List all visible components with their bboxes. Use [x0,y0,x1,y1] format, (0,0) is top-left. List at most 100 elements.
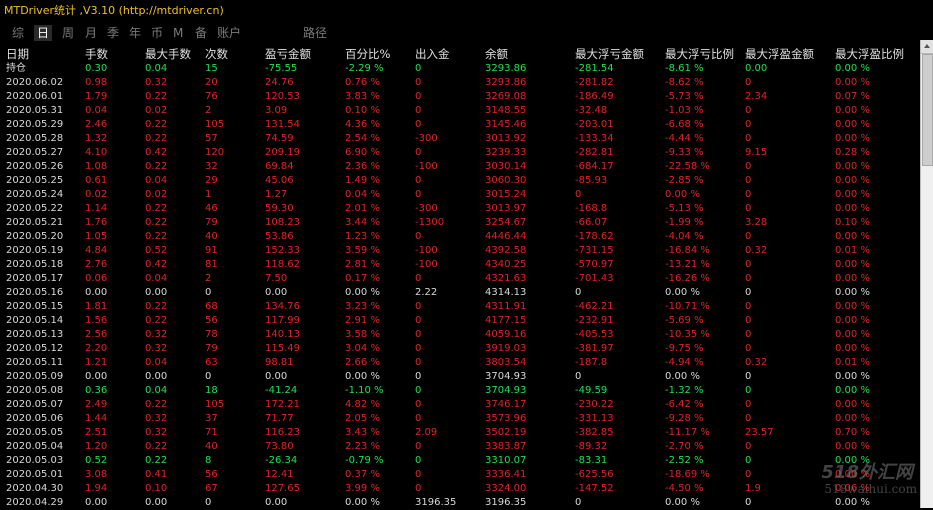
cell-col10: 9.15 [745,147,768,158]
table-row[interactable]: 2020.05.19 4.84 0.52 91 152.33 3.59 % -100 4392… [0,244,920,258]
cell-col8: 0 [575,287,582,298]
cell-col6: 0 [415,91,422,102]
cell-col5: 2.36 % [345,161,380,172]
cell-col4: 116.23 [265,427,300,438]
cell-col4: 127.65 [265,483,300,494]
cell-col6: 0 [415,357,422,368]
table-row[interactable]: 2020.05.16 0.00 0.00 0 0.00 0.00 % 2.22 4314.13… [0,286,920,300]
table-row[interactable]: 2020.05.17 0.06 0.04 2 7.50 0.17 % 0 4321.63 -70… [0,272,920,286]
cell-col5: 0.37 % [345,469,380,480]
table-row[interactable]: 2020.05.18 2.76 0.42 81 118.62 2.81 % -100 4340… [0,258,920,272]
header-max-float-loss-ratio: 最大浮亏比例 [665,47,734,61]
cell-col6: 0 [415,329,422,340]
tab-year[interactable]: 年 [129,25,141,41]
table-row[interactable]: 2020.05.12 2.20 0.32 79 115.49 3.04 % 0 3919.03… [0,342,920,356]
cell-col3: 76 [205,91,218,102]
table-row[interactable]: 2020.05.24 0.02 0.02 1 1.27 0.04 % 0 3015.24 0 0.… [0,188,920,202]
tab-currency[interactable]: 币 [151,25,163,41]
cell-col6: 0 [415,385,422,396]
cell-col10: 1.9 [745,483,761,494]
table-row[interactable]: 2020.05.29 2.46 0.22 105 131.54 4.36 % 0 3145.4… [0,118,920,132]
cell-col8: 0 [575,371,582,382]
cell-col6: -100 [415,161,438,172]
cell-col11: 0.00 % [835,441,870,452]
cell-col0: 2020.05.25 [6,175,64,186]
table-row[interactable]: 2020.05.11 1.21 0.04 63 98.81 2.66 % 0 3803.54 -… [0,356,920,370]
table-row[interactable]: 2020.04.30 1.94 0.10 67 127.65 3.99 % 0 3324.00… [0,482,920,496]
cell-col10: 0 [745,175,752,186]
table-row[interactable]: 2020.06.02 0.98 0.32 20 24.76 0.76 % 0 3293.86 -… [0,76,920,90]
cell-col6: 0 [415,343,422,354]
cell-col3: 67 [205,483,218,494]
cell-col11: 0.00 % [835,119,870,130]
scroll-thumb[interactable] [922,54,933,166]
table-row[interactable]: 2020.05.21 1.76 0.22 79 108.23 3.44 % -1300 325… [0,216,920,230]
tab-day[interactable]: 日 [34,25,53,41]
cell-col5: 2.91 % [345,315,380,326]
cell-col9: -10.71 % [665,301,710,312]
cell-col3: 0 [205,287,212,298]
tab-week[interactable]: 周 [62,25,74,41]
table-row[interactable]: 2020.05.25 0.61 0.04 29 45.06 1.49 % 0 3060.30 -… [0,174,920,188]
table-row[interactable]: 2020.05.13 2.56 0.32 78 140.13 3.58 % 0 4059.16… [0,328,920,342]
cell-col6: -100 [415,259,438,270]
table-row[interactable]: 2020.05.05 2.51 0.32 71 116.23 3.43 % 2.09 3502… [0,426,920,440]
tab-summary[interactable]: 综 [12,25,24,41]
table-row[interactable]: 2020.05.04 1.20 0.22 40 73.80 2.23 % 0 3383.87 -… [0,440,920,454]
tab-path[interactable]: 路径 [303,25,327,41]
cell-col2: 0.32 [145,413,168,424]
cell-col10: 0 [745,329,752,340]
cell-col9: -6.68 % [665,119,704,130]
table-row[interactable]: 2020.05.31 0.04 0.02 2 3.09 0.10 % 0 3148.55 -32… [0,104,920,118]
cell-col11: 0.00 % [835,105,870,116]
table-row[interactable]: 2020.05.15 1.81 0.22 68 134.76 3.23 % 0 4311.91… [0,300,920,314]
table-row[interactable]: 2020.05.20 1.05 0.22 40 53.86 1.23 % 0 4446.44 -… [0,230,920,244]
cell-col11: 0.00 % [835,63,870,74]
cell-col10: 23.57 [745,427,774,438]
vertical-scrollbar[interactable] [920,40,933,508]
cell-col9: -9.28 % [665,413,704,424]
cell-col0: 2020.05.11 [6,357,64,368]
cell-col7: 3269.08 [485,91,527,102]
cell-col5: 0.00 % [345,371,380,382]
cell-col2: 0.42 [145,259,168,270]
cell-col7: 3383.87 [485,441,527,452]
scroll-up-arrow-icon[interactable] [921,40,933,54]
cell-col1: 2.20 [85,343,108,354]
table-row[interactable]: 2020.05.06 1.44 0.32 37 71.77 2.05 % 0 3573.96 -… [0,412,920,426]
cell-col1: 0.02 [85,189,108,200]
table-row[interactable]: 2020.05.03 0.52 0.22 8 -26.34 -0.79 % 0 3310.07… [0,454,920,468]
cell-col5: 0.76 % [345,77,380,88]
cell-col11: 0.00 % [835,175,870,186]
table-row[interactable]: 2020.05.14 1.56 0.22 56 117.99 2.91 % 0 4177.15… [0,314,920,328]
cell-col6: 0 [415,441,422,452]
table-row[interactable]: 2020.05.27 4.10 0.42 120 209.19 6.90 % 0 3239.3… [0,146,920,160]
tab-account[interactable]: 账户 [217,25,241,41]
table-row[interactable]: 2020.05.09 0.00 0.00 0 0.00 0.00 % 0 3704.93 0 0.… [0,370,920,384]
table-row[interactable]: 2020.06.01 1.79 0.22 76 120.53 3.83 % 0 3269.08… [0,90,920,104]
cell-col4: 120.53 [265,91,300,102]
tab-notes[interactable]: 备 [195,25,207,41]
cell-col10: 0 [745,455,752,466]
cell-col2: 0.10 [145,483,168,494]
cell-col11: 0.00 % [835,77,870,88]
tab-m[interactable]: M [173,25,183,41]
tab-month[interactable]: 月 [85,25,97,41]
cell-col2: 0.32 [145,427,168,438]
table-row[interactable]: 2020.05.01 3.08 0.41 56 12.41 0.37 % 0 3336.41 -… [0,468,920,482]
cell-col11: 0.00 % [835,385,870,396]
cell-col6: -300 [415,133,438,144]
table-row[interactable]: 2020.05.07 2.49 0.22 105 172.21 4.82 % 0 3746.1… [0,398,920,412]
cell-col6: -1300 [415,217,445,228]
cell-col4: 1.27 [265,189,288,200]
table-row[interactable]: 持仓 0.30 0.04 15 -75.55 -2.29 % 0 3293.86 -281.54… [0,62,920,76]
table-row[interactable]: 2020.05.08 0.36 0.04 18 -41.24 -1.10 % 0 3704.9… [0,384,920,398]
table-row[interactable]: 2020.05.28 1.32 0.22 57 74.59 2.54 % -300 3013.… [0,132,920,146]
cell-col2: 0.22 [145,133,168,144]
cell-col10: 0.32 [745,245,768,256]
cell-col3: 46 [205,203,218,214]
table-row[interactable]: 2020.05.26 1.08 0.22 32 69.84 2.36 % -100 3030.… [0,160,920,174]
tab-quarter[interactable]: 季 [107,25,119,41]
table-row[interactable]: 2020.05.22 1.14 0.22 46 59.30 2.01 % -300 3013.… [0,202,920,216]
cell-col9: -18.69 % [665,469,710,480]
